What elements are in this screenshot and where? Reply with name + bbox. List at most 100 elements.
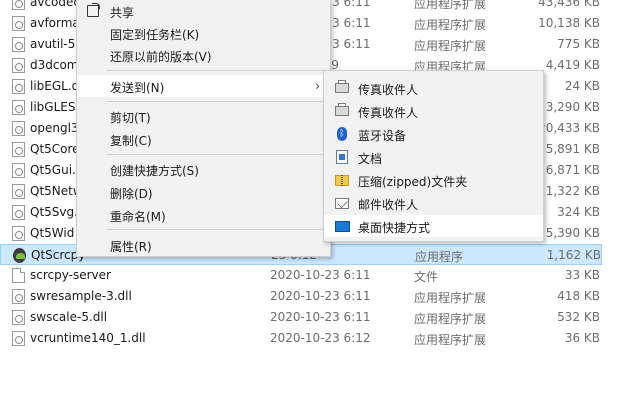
dll-icon	[12, 121, 25, 136]
file-name: avcodec	[30, 0, 80, 9]
file-date: 2020-10-23 6:11	[270, 268, 371, 282]
zip-folder-icon	[334, 172, 350, 188]
file-size: 33 KB	[564, 268, 600, 282]
send-to-zip[interactable]: 压缩(zipped)文件夹	[324, 169, 543, 191]
fax-icon	[334, 103, 350, 119]
fax-icon	[334, 80, 350, 96]
dll-icon	[12, 37, 25, 52]
menu-item-rename[interactable]: 重命名(M)	[77, 204, 330, 226]
menu-separator	[107, 229, 327, 230]
file-type: 应用程序扩展	[414, 333, 487, 347]
dll-icon	[12, 58, 25, 73]
send-to-fax-1-label: 传真收件人	[358, 83, 419, 97]
menu-item-cut[interactable]: 剪切(T)	[77, 105, 330, 127]
file-name: swscale-5.dll	[30, 310, 108, 324]
menu-item-copy[interactable]: 复制(C)	[77, 128, 330, 150]
file-size: 532 KB	[557, 310, 600, 324]
send-to-fax-1[interactable]: 传真收件人	[324, 77, 543, 99]
bluetooth-glyph: ᛒ	[337, 127, 347, 141]
dll-icon	[12, 289, 25, 304]
menu-item-pin-taskbar-label: 固定到任务栏(K)	[110, 28, 200, 42]
file-name: vcruntime140_1.dll	[30, 331, 146, 345]
dll-icon	[12, 184, 25, 199]
file-type: 文件	[414, 270, 439, 284]
dll-icon	[12, 205, 25, 220]
file-date: 2020-10-23 6:12	[270, 331, 371, 345]
menu-item-delete[interactable]: 删除(D)	[77, 181, 330, 203]
dll-icon	[12, 163, 25, 178]
file-type: 应用程序扩展	[414, 0, 487, 11]
file-type: 应用程序扩展	[414, 39, 487, 53]
menu-item-create-shortcut-label: 创建快捷方式(S)	[110, 164, 199, 178]
send-to-documents-label: 文档	[358, 152, 383, 166]
file-row[interactable]: swresample-3.dll 2020-10-23 6:11 应用程序扩展 418…	[0, 286, 602, 307]
send-to-zip-label: 压缩(zipped)文件夹	[358, 175, 468, 189]
menu-item-share-label: 共享	[110, 6, 135, 20]
chevron-right-icon: ›	[315, 79, 320, 93]
dll-icon	[12, 226, 25, 241]
menu-item-rename-label: 重命名(M)	[110, 210, 166, 224]
file-name: scrcpy-server	[30, 268, 111, 282]
send-to-bluetooth[interactable]: ᛒ 蓝牙设备	[324, 123, 543, 145]
file-row[interactable]: swscale-5.dll 2020-10-23 6:11 应用程序扩展 532 KB	[0, 307, 602, 328]
menu-item-copy-label: 复制(C)	[110, 134, 152, 148]
menu-item-share[interactable]: 共享	[77, 0, 330, 22]
menu-separator	[107, 101, 327, 102]
send-to-fax-2-label: 传真收件人	[358, 106, 419, 120]
file-name: Qt5Svg.	[30, 205, 78, 219]
dll-icon	[12, 16, 25, 31]
mail-icon	[334, 195, 350, 211]
menu-item-send-to[interactable]: 发送到(N) ›	[77, 75, 330, 97]
menu-separator	[107, 70, 327, 71]
file-size: 36 KB	[564, 331, 600, 345]
file-size: 775 KB	[557, 37, 600, 51]
file-name: swresample-3.dll	[30, 289, 132, 303]
file-icon	[12, 268, 25, 283]
bluetooth-icon: ᛒ	[334, 126, 350, 142]
menu-item-pin-taskbar[interactable]: 固定到任务栏(K)	[77, 22, 330, 44]
file-type: 应用程序	[415, 250, 464, 264]
file-name: d3dcom	[30, 58, 79, 72]
menu-item-properties-label: 属性(R)	[110, 240, 152, 254]
file-name: Qt5Core	[30, 142, 80, 156]
document-icon	[334, 149, 350, 165]
file-row[interactable]: scrcpy-server 2020-10-23 6:11 文件 33 KB	[0, 265, 602, 286]
send-to-mail-label: 邮件收件人	[358, 198, 419, 212]
dll-icon	[12, 100, 25, 115]
file-date: 2020-10-23 6:11	[270, 310, 371, 324]
file-type: 应用程序扩展	[414, 312, 487, 326]
share-icon	[85, 3, 101, 19]
dll-icon	[12, 79, 25, 94]
menu-item-restore-versions[interactable]: 还原以前的版本(V)	[77, 44, 330, 66]
file-name: libGLESv	[30, 100, 83, 114]
menu-separator	[107, 154, 327, 155]
file-name: libEGL.d	[30, 79, 80, 93]
file-name: Qt5Netw	[30, 184, 83, 198]
menu-item-delete-label: 删除(D)	[110, 187, 153, 201]
file-type: 应用程序扩展	[414, 18, 487, 32]
file-name: opengl3	[30, 121, 79, 135]
file-size: 418 KB	[557, 289, 600, 303]
file-size: 1,162 KB	[546, 248, 601, 262]
file-row[interactable]: vcruntime140_1.dll 2020-10-23 6:12 应用程序扩展 3…	[0, 328, 602, 349]
app-icon	[13, 248, 26, 263]
dll-icon	[12, 142, 25, 157]
file-date: 2020-10-23 6:11	[270, 289, 371, 303]
send-to-documents[interactable]: 文档	[324, 146, 543, 168]
file-size: 43,436 KB	[538, 0, 600, 9]
send-to-desktop-label: 桌面快捷方式	[358, 221, 431, 235]
desktop-icon	[334, 218, 350, 234]
menu-item-cut-label: 剪切(T)	[110, 111, 151, 125]
menu-item-restore-versions-label: 还原以前的版本(V)	[110, 50, 212, 64]
file-size: 10,138 KB	[538, 16, 600, 30]
file-type: 应用程序扩展	[414, 291, 487, 305]
menu-item-properties[interactable]: 属性(R)	[77, 234, 330, 256]
send-to-fax-2[interactable]: 传真收件人	[324, 100, 543, 122]
context-menu: 共享 固定到任务栏(K) 还原以前的版本(V) 发送到(N) › 剪切(T) 复…	[76, 0, 331, 257]
send-to-mail[interactable]: 邮件收件人	[324, 192, 543, 214]
send-to-bluetooth-label: 蓝牙设备	[358, 129, 407, 143]
menu-item-create-shortcut[interactable]: 创建快捷方式(S)	[77, 158, 330, 180]
send-to-desktop[interactable]: 桌面快捷方式	[324, 215, 543, 237]
menu-item-send-to-label: 发送到(N)	[110, 81, 165, 95]
file-name: Qt5Wid	[30, 226, 75, 240]
